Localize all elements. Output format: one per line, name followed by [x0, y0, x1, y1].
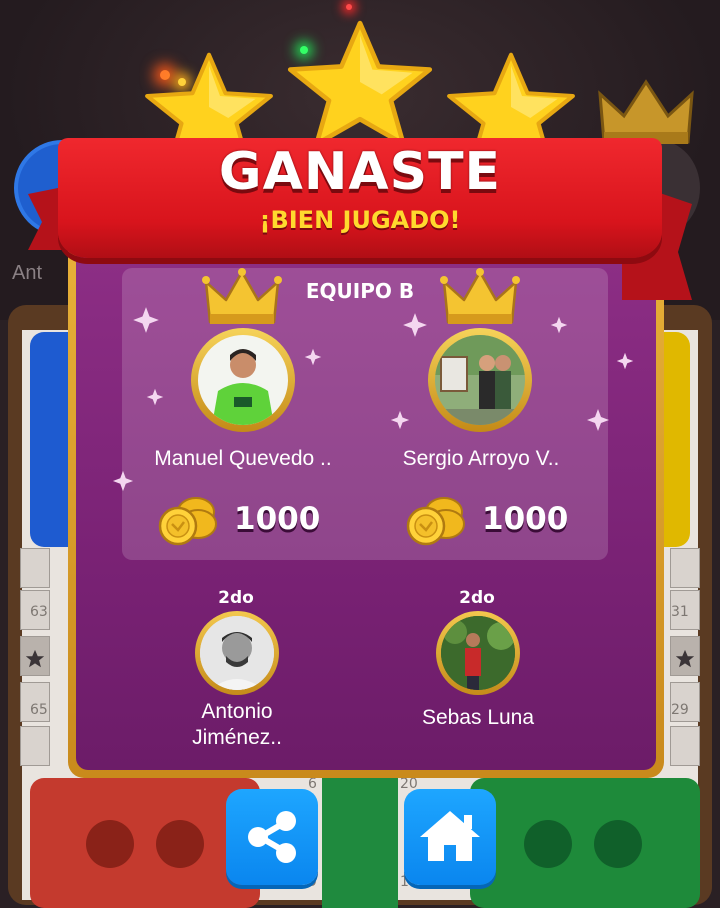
green-slot	[524, 820, 572, 868]
player-name-line1: Antonio	[201, 700, 273, 723]
safe-star-icon	[675, 649, 695, 668]
player-coins: 1000	[482, 501, 569, 537]
player-name: Manuel Quevedo ..	[154, 447, 332, 470]
sparkle-icon	[133, 307, 159, 333]
background-player-name: Ant	[12, 262, 43, 284]
red-slot	[86, 820, 134, 868]
place-label: 2do	[218, 588, 254, 608]
player-avatar	[441, 616, 515, 690]
home-icon	[420, 811, 480, 861]
cell-number: 31	[671, 604, 689, 620]
track-cell	[670, 548, 700, 588]
sparkle-icon	[390, 410, 410, 430]
crown-icon	[440, 268, 520, 324]
sparkle-icon	[112, 470, 134, 492]
track-cell	[20, 548, 50, 588]
cell-number: 65	[30, 702, 48, 718]
result-subtitle: ¡BIEN JUGADO!	[259, 206, 461, 234]
home-button[interactable]	[404, 789, 496, 885]
player-name: Sergio Arroyo V..	[402, 447, 560, 470]
player-avatar	[198, 335, 288, 425]
share-icon	[248, 811, 296, 863]
result-title: GANASTE	[218, 142, 502, 202]
win-star-icon	[287, 20, 433, 144]
safe-star-icon	[25, 649, 45, 668]
coins-icon	[406, 497, 465, 546]
confetti-glow	[346, 4, 352, 10]
track-cell	[20, 726, 50, 766]
sparkle-icon	[550, 316, 568, 334]
player-avatar	[200, 616, 274, 690]
sparkle-icon	[146, 388, 164, 406]
team-label: EQUIPO B	[305, 279, 415, 303]
share-button[interactable]	[226, 789, 318, 885]
red-slot	[156, 820, 204, 868]
player-name: Sebas Luna	[421, 706, 535, 729]
sparkle-icon	[403, 313, 427, 337]
sparkle-icon	[587, 409, 609, 431]
player-avatar	[435, 335, 525, 425]
place-label: 2do	[459, 588, 495, 608]
crown-icon	[202, 268, 282, 324]
cell-number: 63	[30, 604, 48, 620]
sparkle-icon	[304, 348, 322, 366]
coins-icon	[158, 497, 217, 546]
green-slot	[594, 820, 642, 868]
cell-number: 29	[671, 702, 689, 718]
player-name-line2: Jiménez..	[192, 726, 282, 749]
green-lane	[322, 778, 398, 908]
sparkle-icon	[616, 352, 634, 370]
green-home	[470, 778, 700, 908]
player-coins: 1000	[234, 501, 321, 537]
track-cell	[670, 726, 700, 766]
